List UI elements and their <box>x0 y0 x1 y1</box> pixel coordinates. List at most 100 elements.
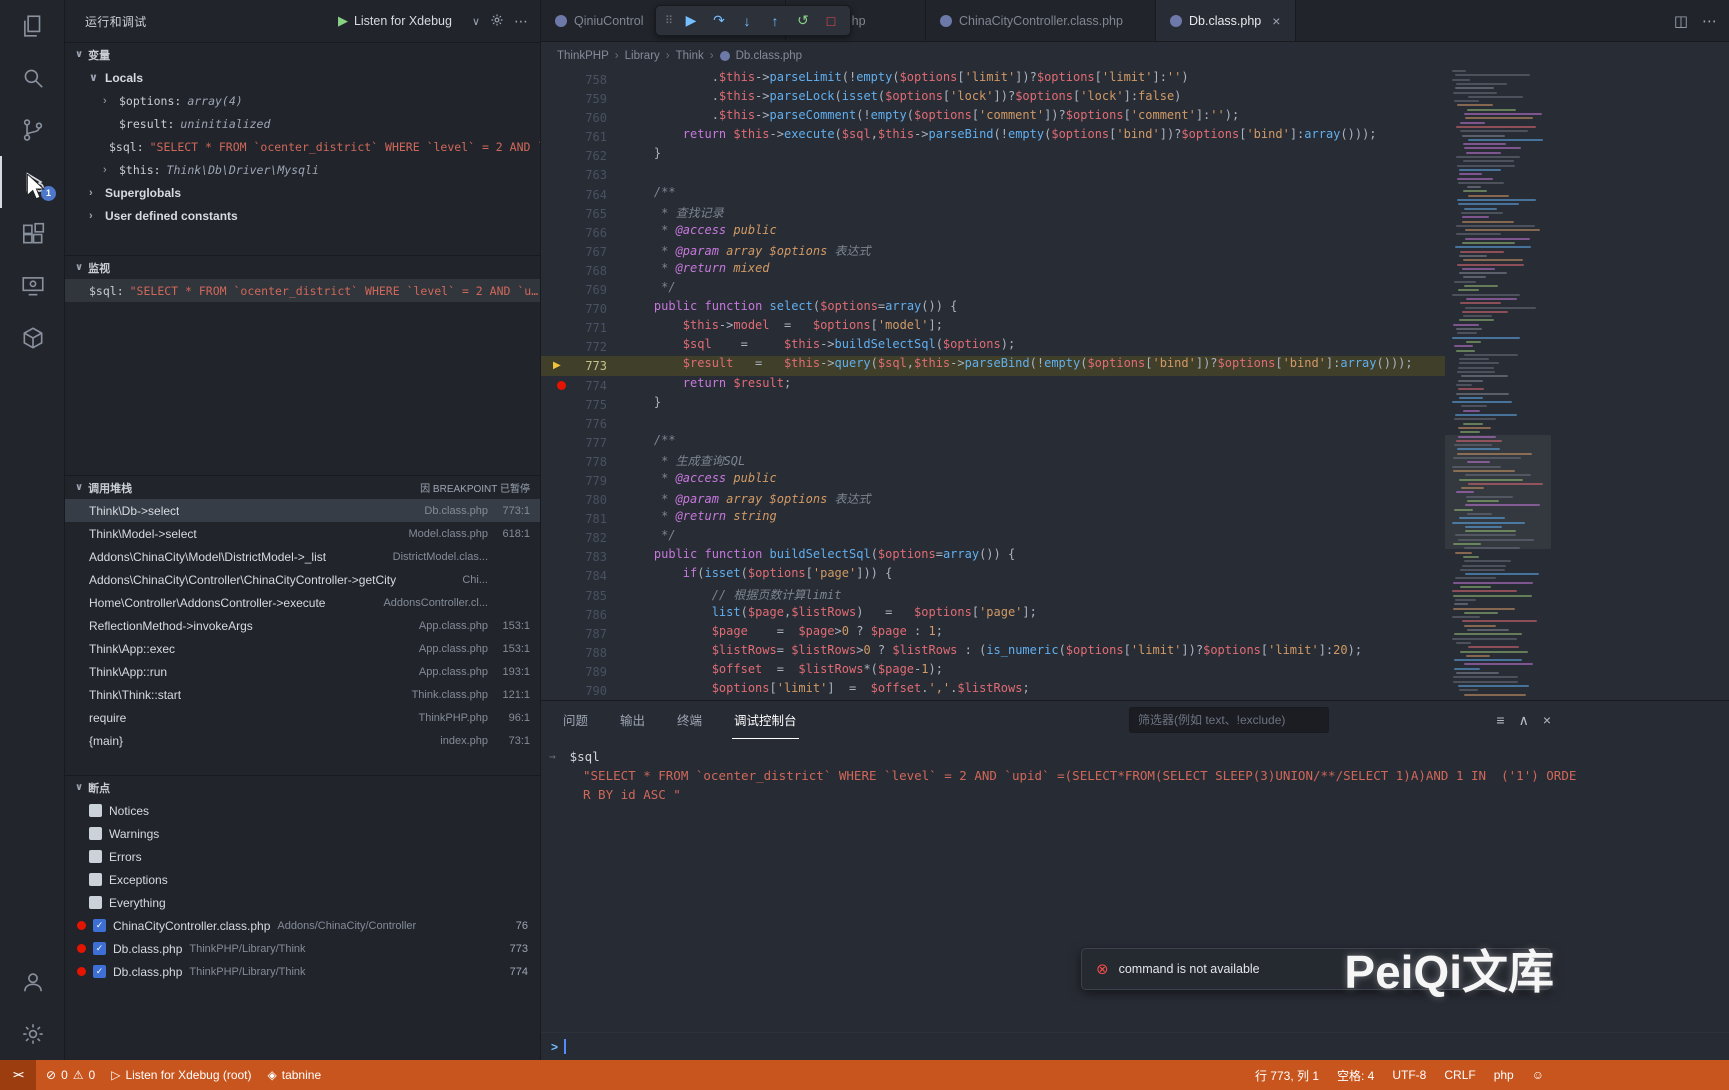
gutter[interactable]: 769 <box>541 280 625 299</box>
tab-chinacitycontroller.class.php[interactable]: ChinaCityController.class.php <box>926 0 1156 41</box>
code-line[interactable]: 763 <box>541 165 1445 184</box>
gutter[interactable]: 784 <box>541 566 625 585</box>
gutter[interactable]: 760 <box>541 108 625 127</box>
code-line[interactable]: 776 <box>541 414 1445 433</box>
step-out-button[interactable]: ↑ <box>762 8 788 34</box>
gutter[interactable]: 768 <box>541 261 625 280</box>
split-editor-icon[interactable]: ◫ <box>1674 12 1688 30</box>
close-panel-icon[interactable]: × <box>1543 712 1551 728</box>
code-line[interactable]: 774 return $result; <box>541 376 1445 395</box>
debug-settings-gear-icon[interactable] <box>490 13 504 30</box>
callstack-section-header[interactable]: ∨ 调用堆栈 因 BREAKPOINT 已暂停 <box>65 475 540 499</box>
start-debug-icon[interactable]: ▶ <box>338 13 348 29</box>
variables-section-header[interactable]: ∨ 变量 <box>65 42 540 66</box>
code-line[interactable]: 758 .$this->parseLimit(!empty($options['… <box>541 70 1445 89</box>
gutter[interactable]: 761 <box>541 127 625 146</box>
drag-handle[interactable]: ⠿ <box>662 8 676 34</box>
callstack-frame[interactable]: {main} index.php 73:1 <box>65 729 540 752</box>
breakpoint-checkbox[interactable] <box>89 804 102 817</box>
more-actions-icon[interactable]: ⋯ <box>514 13 528 30</box>
code-line[interactable]: 765 * 查找记录 <box>541 204 1445 223</box>
code-line[interactable]: 759 .$this->parseLock(isset($options['lo… <box>541 89 1445 108</box>
activity-item-packages[interactable] <box>0 312 65 364</box>
code-line[interactable]: 779 * @access public <box>541 471 1445 490</box>
code-line[interactable]: 766 * @access public <box>541 223 1445 242</box>
breakpoint-row[interactable]: ✓ ChinaCityController.class.php Addons/Chi… <box>65 914 540 937</box>
variable-row[interactable]: $result: uninitialized <box>65 112 540 135</box>
debug-status[interactable]: ▷ Listen for Xdebug (root) <box>111 1068 251 1082</box>
locals-group[interactable]: ∨ Locals <box>65 66 540 89</box>
more-actions-icon[interactable]: ⋯ <box>1702 12 1717 30</box>
callstack-frame[interactable]: Home\Controller\AddonsController->execut… <box>65 591 540 614</box>
breakpoint-toggle-row[interactable]: Notices <box>65 799 540 822</box>
problems-status[interactable]: ⊘ 0 ⚠ 0 <box>46 1068 95 1082</box>
callstack-frame[interactable]: require ThinkPHP.php 96:1 <box>65 706 540 729</box>
gutter[interactable]: 787 <box>541 624 625 643</box>
continue-button[interactable]: ▶ <box>678 8 704 34</box>
code-line[interactable]: ▶ 773 $result = $this->query($sql,$this->… <box>541 356 1445 376</box>
breakpoint-row[interactable]: ✓ Db.class.php ThinkPHP/Library/Think 774 <box>65 960 540 983</box>
gutter[interactable]: 779 <box>541 471 625 490</box>
breadcrumb-item[interactable]: Db.class.php <box>736 50 802 62</box>
breakpoint-checkbox[interactable]: ✓ <box>93 942 106 955</box>
code-line[interactable]: 764 /** <box>541 185 1445 204</box>
code-editor[interactable]: 758 .$this->parseLimit(!empty($options['… <box>541 70 1729 700</box>
callstack-frame[interactable]: ReflectionMethod->invokeArgs App.class.ph… <box>65 614 540 637</box>
breakpoint-checkbox[interactable] <box>89 896 102 909</box>
code-line[interactable]: 772 $sql = $this->buildSelectSql($option… <box>541 337 1445 356</box>
callstack-frame[interactable]: Think\Model->select Model.class.php 618:1 <box>65 522 540 545</box>
console-filter-input[interactable] <box>1129 707 1329 733</box>
tabnine-status[interactable]: ◈ tabnine <box>268 1068 322 1082</box>
activity-item-run-debug[interactable]: 1 <box>0 156 65 208</box>
gutter[interactable]: 766 <box>541 223 625 242</box>
gutter[interactable]: 764 <box>541 185 625 204</box>
language-status[interactable]: php <box>1494 1068 1514 1082</box>
gutter[interactable]: 772 <box>541 337 625 356</box>
gutter[interactable]: 785 <box>541 586 625 605</box>
gutter[interactable]: 783 <box>541 547 625 566</box>
gutter[interactable]: 782 <box>541 528 625 547</box>
breakpoint-checkbox[interactable]: ✓ <box>93 965 106 978</box>
gutter[interactable]: 758 <box>541 70 625 89</box>
gutter[interactable]: 786 <box>541 605 625 624</box>
debug-console-input[interactable]: > <box>541 1032 1729 1060</box>
code-line[interactable]: 782 */ <box>541 528 1445 547</box>
callstack-frame[interactable]: Addons\ChinaCity\Model\DistrictModel->_l… <box>65 545 540 568</box>
code-line[interactable]: 770 public function select($options=arra… <box>541 299 1445 318</box>
breakpoint-toggle-row[interactable]: Warnings <box>65 822 540 845</box>
breakpoint-row[interactable]: ✓ Db.class.php ThinkPHP/Library/Think 773 <box>65 937 540 960</box>
callstack-frame[interactable]: Think\App::exec App.class.php 153:1 <box>65 637 540 660</box>
breakpoint-checkbox[interactable] <box>89 873 102 886</box>
panel-tab-输出[interactable]: 输出 <box>618 701 647 739</box>
debug-config-dropdown[interactable]: ▶ Listen for Xdebug ∨ <box>338 13 480 29</box>
maximize-panel-icon[interactable]: ∧ <box>1519 712 1529 729</box>
activity-item-settings[interactable] <box>0 1008 65 1060</box>
code-line[interactable]: 785 // 根据页数计算limit <box>541 586 1445 605</box>
gutter[interactable]: 788 <box>541 643 625 662</box>
line-col-status[interactable]: 行 773, 列 1 <box>1255 1067 1319 1084</box>
activity-item-search[interactable] <box>0 52 65 104</box>
gutter[interactable]: ▶ 773 <box>541 356 625 375</box>
code-line[interactable]: 783 public function buildSelectSql($opti… <box>541 547 1445 566</box>
code-line[interactable]: 767 * @param array $options 表达式 <box>541 242 1445 261</box>
tab-db.class.php[interactable]: Db.class.php × <box>1156 0 1296 41</box>
watch-section-header[interactable]: ∨ 监视 <box>65 255 540 279</box>
code-line[interactable]: 778 * 生成查询SQL <box>541 452 1445 471</box>
variable-row[interactable]: › $this: Think\Db\Driver\Mysqli <box>65 158 540 181</box>
gutter[interactable]: 781 <box>541 509 625 528</box>
breakpoint-checkbox[interactable] <box>89 827 102 840</box>
indentation-status[interactable]: 空格: 4 <box>1337 1067 1374 1084</box>
gutter[interactable]: 774 <box>541 376 625 395</box>
variable-group[interactable]: › User defined constants <box>65 204 540 227</box>
code-line[interactable]: 786 list($page,$listRows) = $options['pa… <box>541 605 1445 624</box>
code-line[interactable]: 771 $this->model = $options['model']; <box>541 318 1445 337</box>
activity-item-remote-explorer[interactable] <box>0 260 65 312</box>
code-line[interactable]: 781 * @return string <box>541 509 1445 528</box>
breakpoint-checkbox[interactable] <box>89 850 102 863</box>
activity-item-explorer[interactable] <box>0 0 65 52</box>
code-line[interactable]: 784 if(isset($options['page'])) { <box>541 566 1445 585</box>
code-line[interactable]: 787 $page = $page>0 ? $page : 1; <box>541 624 1445 643</box>
step-into-button[interactable]: ↓ <box>734 8 760 34</box>
step-over-button[interactable]: ↷ <box>706 8 732 34</box>
gutter[interactable]: 778 <box>541 452 625 471</box>
